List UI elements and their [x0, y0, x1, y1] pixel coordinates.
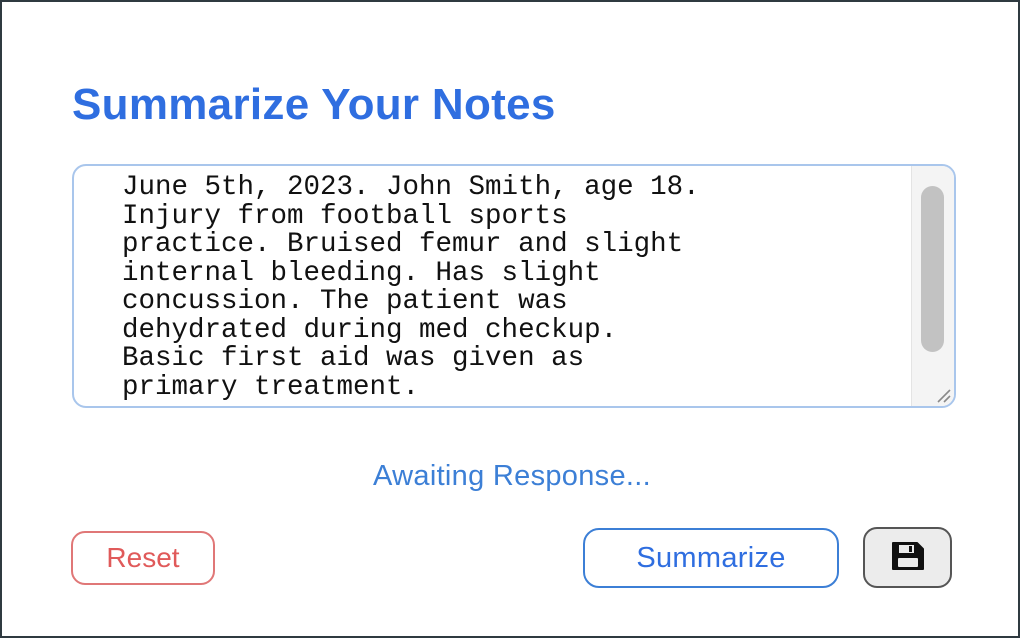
scrollbar-track[interactable] [911, 166, 954, 406]
scrollbar-thumb[interactable] [921, 186, 944, 352]
page-title: Summarize Your Notes [72, 80, 556, 129]
floppy-disk-icon [890, 540, 926, 575]
notes-textarea-container: June 5th, 2023. John Smith, age 18. Inju… [72, 164, 956, 408]
summarize-button[interactable]: Summarize [583, 528, 839, 588]
notes-textarea[interactable]: June 5th, 2023. John Smith, age 18. Inju… [122, 174, 912, 402]
app-window: Summarize Your Notes June 5th, 2023. Joh… [0, 0, 1020, 638]
status-text: Awaiting Response... [373, 460, 651, 492]
save-button[interactable] [863, 527, 952, 588]
reset-button[interactable]: Reset [71, 531, 215, 585]
resize-handle-icon[interactable] [932, 384, 952, 404]
